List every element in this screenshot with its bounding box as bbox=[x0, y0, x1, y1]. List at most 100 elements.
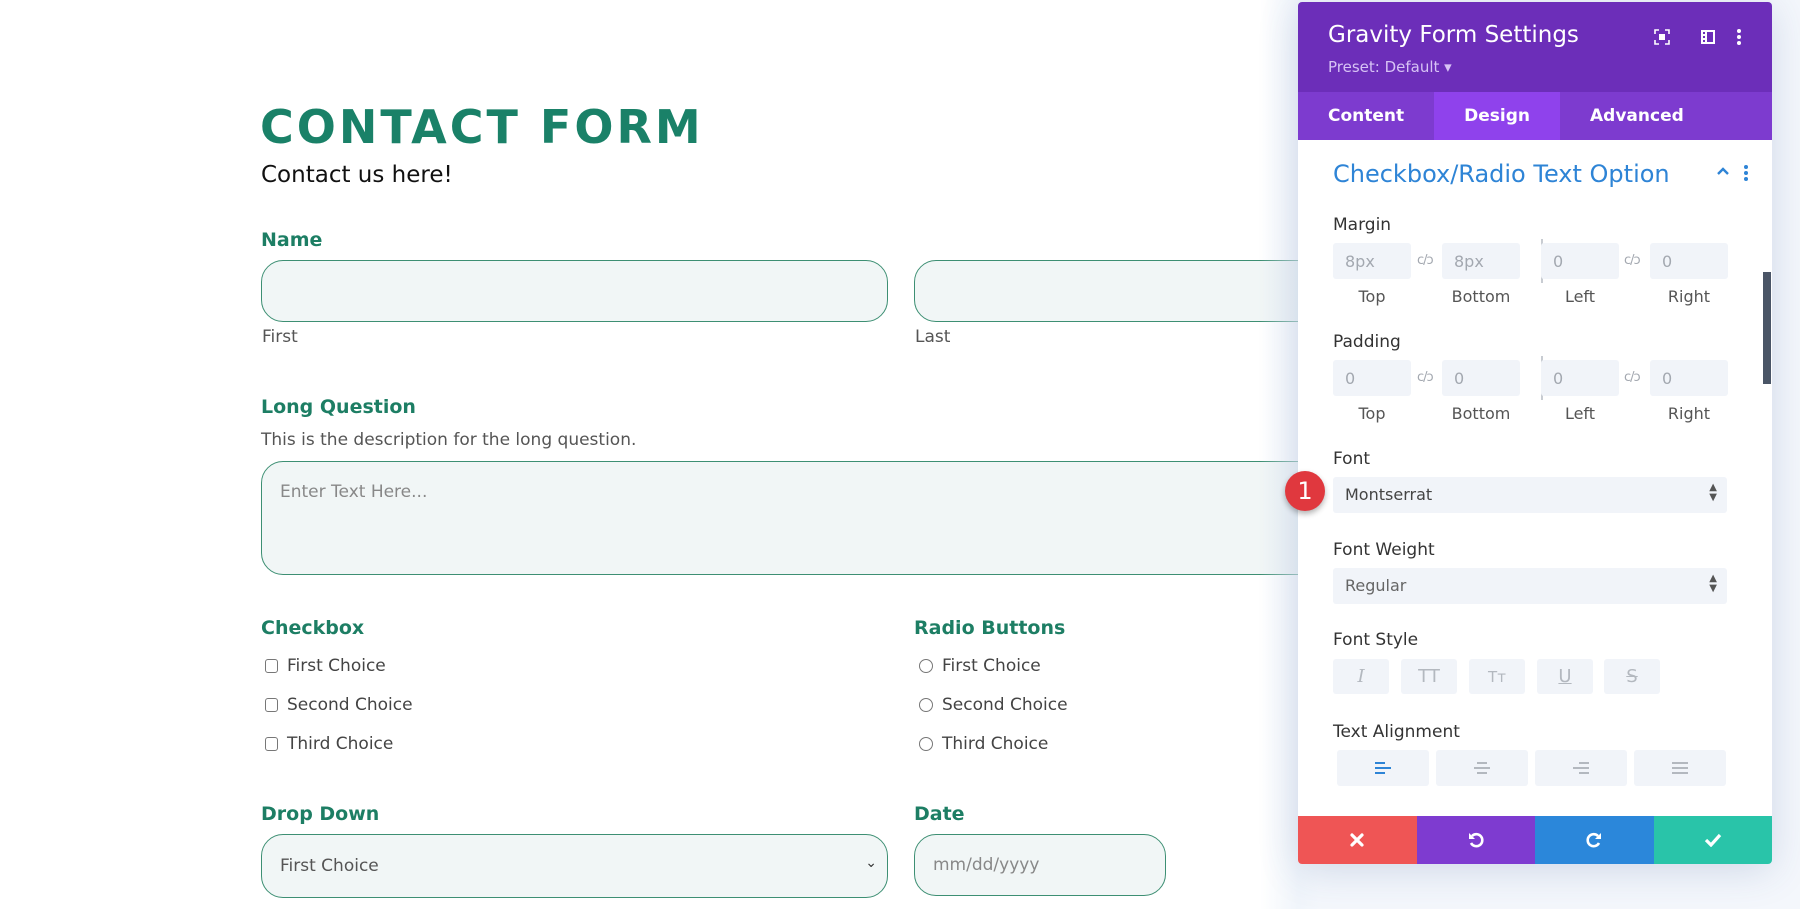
date-placeholder: mm/dd/yyyy bbox=[933, 855, 1040, 875]
radio-input[interactable] bbox=[919, 737, 933, 751]
form-title: CONTACT FORM bbox=[260, 100, 704, 154]
radio-choice-3[interactable]: Third Choice bbox=[919, 734, 1048, 754]
caption-top: Top bbox=[1358, 287, 1386, 306]
align-center-icon[interactable] bbox=[1436, 750, 1528, 786]
redo-icon bbox=[1586, 832, 1602, 848]
panel-tabs: Content Design Advanced bbox=[1298, 92, 1772, 140]
redo-button[interactable] bbox=[1535, 816, 1654, 864]
choice-text: Second Choice bbox=[942, 695, 1068, 715]
name-label: Name bbox=[261, 229, 323, 251]
margin-right-input[interactable]: 0 bbox=[1650, 243, 1728, 279]
caption-bottom: Bottom bbox=[1451, 404, 1511, 423]
panel-scrollbar[interactable] bbox=[1763, 272, 1771, 384]
dropdown-label: Drop Down bbox=[261, 803, 380, 825]
choice-text: Third Choice bbox=[942, 734, 1049, 754]
margin-bottom-input[interactable]: 8px bbox=[1442, 243, 1520, 279]
radio-input[interactable] bbox=[919, 698, 933, 712]
caption-left: Left bbox=[1564, 287, 1596, 306]
padding-controls: 0 c/ɔ 0 0 c/ɔ 0 Top Bottom Left Right bbox=[1333, 356, 1733, 423]
tab-content[interactable]: Content bbox=[1298, 92, 1434, 140]
preset-dropdown[interactable]: Preset: Default ▾ bbox=[1328, 58, 1452, 76]
font-weight-value: Regular bbox=[1345, 576, 1407, 595]
font-select[interactable]: Montserrat ▲ ▼ bbox=[1333, 477, 1727, 513]
checkbox-choice-2[interactable]: Second Choice bbox=[265, 695, 413, 715]
panel-footer bbox=[1298, 816, 1772, 864]
link-icon[interactable]: c/ɔ bbox=[1624, 370, 1641, 385]
long-question-description: This is the description for the long que… bbox=[261, 430, 637, 450]
updown-arrows-icon: ▲ ▼ bbox=[1709, 573, 1717, 594]
padding-label: Padding bbox=[1333, 332, 1401, 352]
caption-top: Top bbox=[1358, 404, 1386, 423]
dropdown-select[interactable]: First Choice ⌄ bbox=[261, 834, 888, 898]
checkbox-choice-3[interactable]: Third Choice bbox=[265, 734, 393, 754]
cancel-button[interactable] bbox=[1298, 816, 1417, 864]
font-weight-label: Font Weight bbox=[1333, 540, 1435, 560]
dropdown-value: First Choice bbox=[280, 856, 379, 876]
close-icon bbox=[1350, 833, 1364, 847]
checkbox-input[interactable] bbox=[265, 698, 278, 712]
font-style-label: Font Style bbox=[1333, 630, 1419, 650]
radio-input[interactable] bbox=[919, 659, 933, 673]
caption-right: Right bbox=[1667, 404, 1711, 423]
chevron-down-icon: ⌄ bbox=[865, 855, 877, 871]
caption-right: Right bbox=[1667, 287, 1711, 306]
long-question-label: Long Question bbox=[261, 396, 416, 418]
capitalize-icon[interactable]: Tт bbox=[1469, 659, 1525, 694]
panel-header: Gravity Form Settings Preset: Default ▾ bbox=[1298, 2, 1772, 92]
date-input[interactable]: mm/dd/yyyy bbox=[914, 834, 1166, 896]
caption-left: Left bbox=[1564, 404, 1596, 423]
first-sublabel: First bbox=[262, 327, 298, 347]
last-sublabel: Last bbox=[915, 327, 951, 347]
undo-button[interactable] bbox=[1416, 816, 1535, 864]
textarea-placeholder: Enter Text Here... bbox=[280, 482, 428, 502]
align-right-icon[interactable] bbox=[1535, 750, 1627, 786]
section-title[interactable]: Checkbox/Radio Text Option bbox=[1333, 160, 1670, 188]
section-menu-icon[interactable] bbox=[1743, 164, 1749, 182]
checkbox-input[interactable] bbox=[265, 737, 278, 751]
link-icon[interactable]: c/ɔ bbox=[1417, 253, 1434, 268]
link-icon[interactable]: c/ɔ bbox=[1624, 253, 1641, 268]
choice-text: First Choice bbox=[942, 656, 1041, 676]
checkmark-icon bbox=[1704, 833, 1721, 847]
tab-advanced[interactable]: Advanced bbox=[1560, 92, 1714, 140]
more-vertical-icon[interactable] bbox=[1728, 26, 1750, 48]
checkbox-choice-1[interactable]: First Choice bbox=[265, 656, 386, 676]
uppercase-icon[interactable]: TT bbox=[1401, 659, 1457, 694]
underline-icon[interactable]: U bbox=[1537, 659, 1593, 694]
link-icon[interactable]: c/ɔ bbox=[1417, 370, 1434, 385]
margin-controls: 8px c/ɔ 8px 0 c/ɔ 0 Top Bottom Left Righ… bbox=[1333, 239, 1733, 306]
padding-left-input[interactable]: 0 bbox=[1541, 360, 1619, 396]
padding-top-input[interactable]: 0 bbox=[1333, 360, 1411, 396]
choice-text: Second Choice bbox=[287, 695, 413, 715]
font-weight-select[interactable]: Regular ▲ ▼ bbox=[1333, 568, 1727, 604]
radio-choice-1[interactable]: First Choice bbox=[919, 656, 1041, 676]
choice-text: First Choice bbox=[287, 656, 386, 676]
checkbox-input[interactable] bbox=[265, 659, 278, 673]
align-justify-icon[interactable] bbox=[1634, 750, 1726, 786]
settings-panel: Gravity Form Settings Preset: Default ▾ … bbox=[1298, 2, 1772, 864]
radio-label: Radio Buttons bbox=[914, 617, 1066, 639]
updown-arrows-icon: ▲ ▼ bbox=[1709, 482, 1717, 503]
undo-icon bbox=[1468, 832, 1484, 848]
italic-icon[interactable]: I bbox=[1333, 659, 1389, 694]
margin-left-input[interactable]: 0 bbox=[1541, 243, 1619, 279]
text-alignment-label: Text Alignment bbox=[1333, 722, 1460, 742]
radio-choice-2[interactable]: Second Choice bbox=[919, 695, 1068, 715]
margin-top-input[interactable]: 8px bbox=[1333, 243, 1411, 279]
save-button[interactable] bbox=[1653, 816, 1772, 864]
padding-right-input[interactable]: 0 bbox=[1650, 360, 1728, 396]
split-view-icon[interactable] bbox=[1697, 26, 1719, 48]
step-badge: 1 bbox=[1285, 471, 1325, 511]
date-label: Date bbox=[914, 803, 965, 825]
strikethrough-icon[interactable]: S bbox=[1604, 659, 1660, 694]
margin-label: Margin bbox=[1333, 215, 1392, 235]
padding-bottom-input[interactable]: 0 bbox=[1442, 360, 1520, 396]
align-left-icon[interactable] bbox=[1337, 750, 1429, 786]
tab-design[interactable]: Design bbox=[1434, 92, 1561, 140]
chevron-up-icon[interactable] bbox=[1716, 164, 1730, 178]
panel-title: Gravity Form Settings bbox=[1328, 22, 1579, 48]
first-name-input[interactable] bbox=[261, 260, 888, 322]
font-value: Montserrat bbox=[1345, 485, 1433, 504]
focus-icon[interactable] bbox=[1651, 26, 1673, 48]
long-question-textarea[interactable]: Enter Text Here... bbox=[261, 461, 1361, 575]
